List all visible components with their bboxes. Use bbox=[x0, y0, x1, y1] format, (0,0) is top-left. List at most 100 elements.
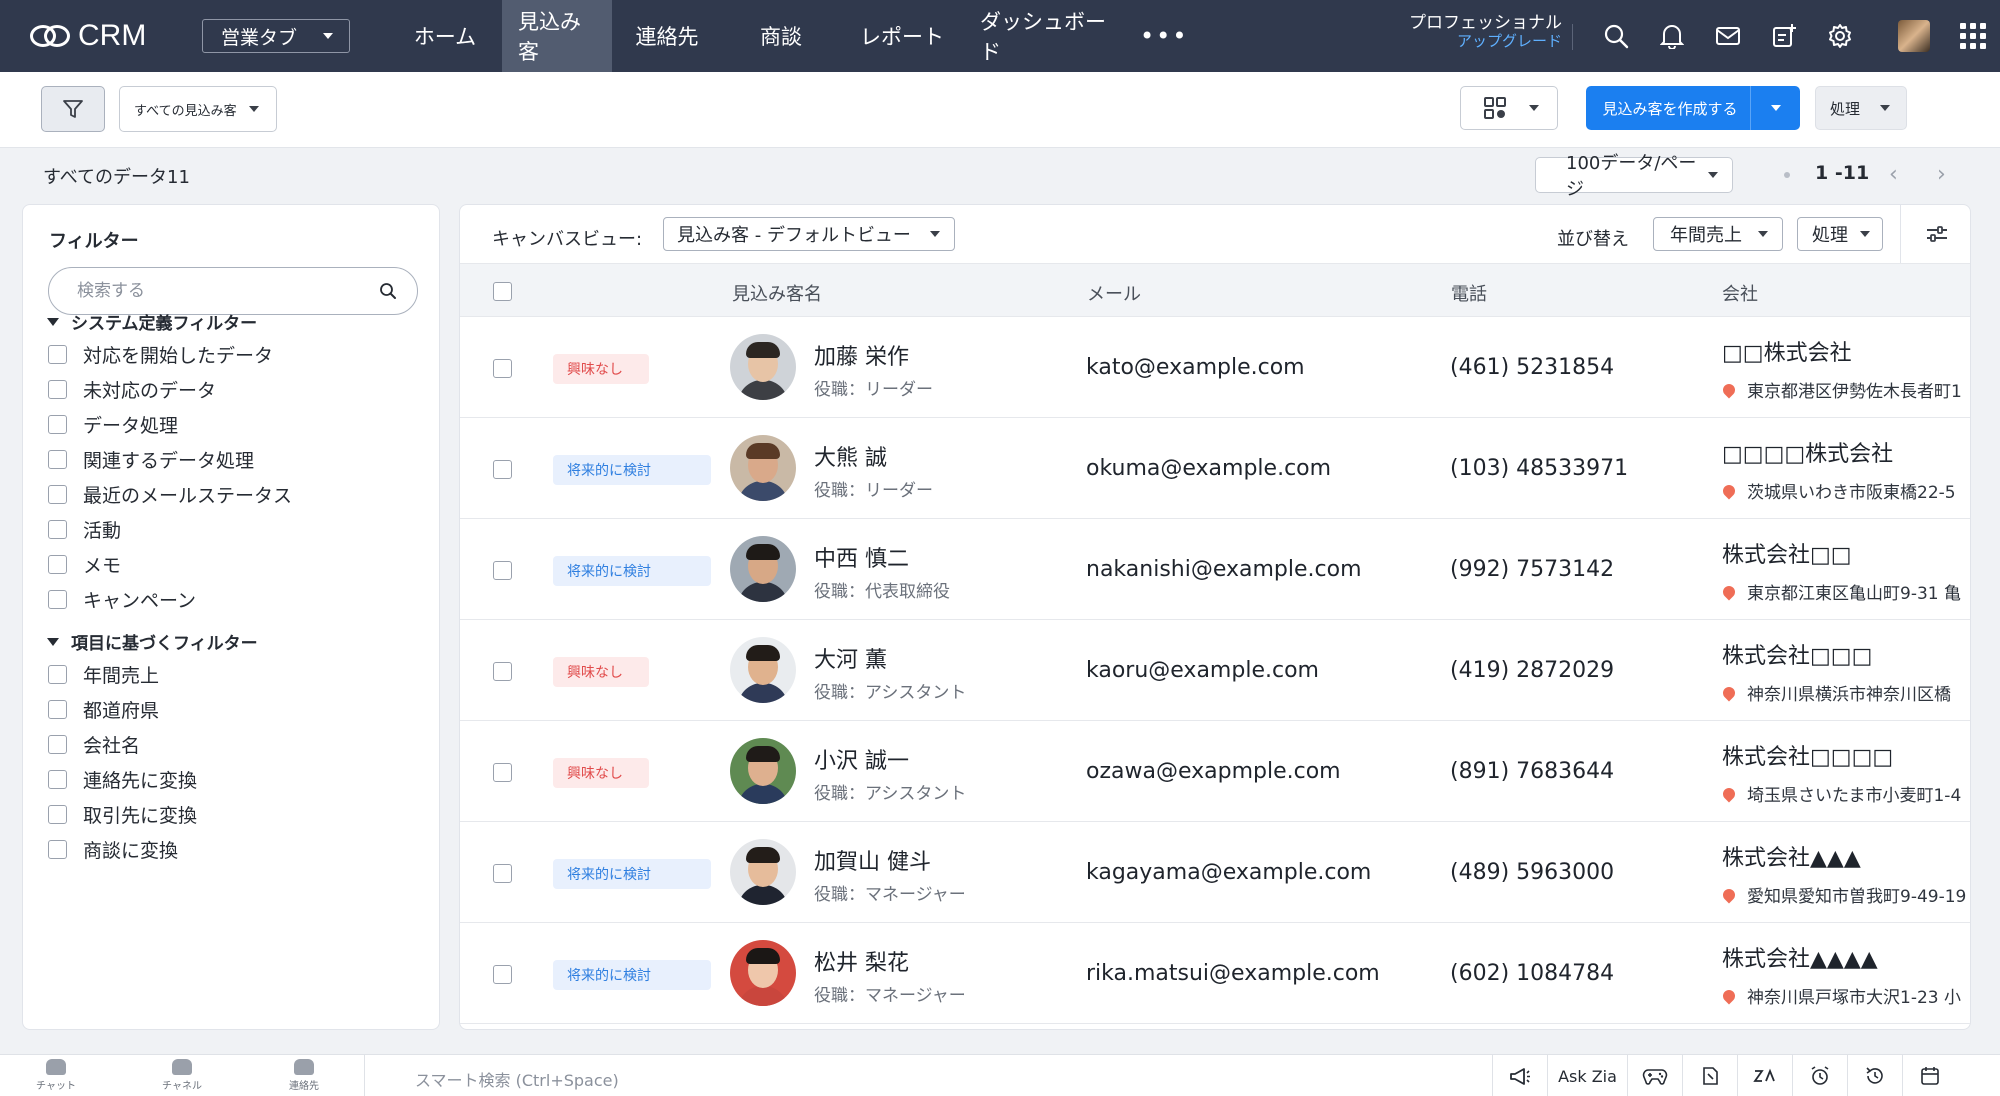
filter-item[interactable]: データ処理 bbox=[48, 411, 178, 438]
lead-email[interactable]: ozawa@exapmple.com bbox=[1086, 759, 1341, 784]
create-options-dropdown[interactable] bbox=[1750, 86, 1800, 130]
more-tabs-button[interactable]: ••• bbox=[1140, 0, 1188, 72]
tab-contacts[interactable]: 連絡先 bbox=[612, 0, 722, 72]
checkbox[interactable] bbox=[48, 555, 67, 574]
select-all-checkbox[interactable] bbox=[493, 282, 512, 301]
filter-item[interactable]: 取引先に変換 bbox=[48, 801, 197, 828]
checkbox[interactable] bbox=[48, 415, 67, 434]
user-avatar[interactable] bbox=[1898, 20, 1930, 52]
table-row[interactable]: 興味なし 大河 薫役職：アシスタント kaoru@example.com (419) … bbox=[460, 620, 1970, 721]
row-checkbox[interactable] bbox=[493, 864, 512, 883]
lead-phone[interactable]: (992) 7573142 bbox=[1450, 557, 1614, 582]
tab-group-select[interactable]: 営業タブ bbox=[202, 19, 350, 53]
tab-leads[interactable]: 見込み客 bbox=[502, 0, 612, 72]
canvas-view-select[interactable]: 見込み客 - デフォルトビュー bbox=[663, 217, 955, 251]
table-row[interactable]: 将来的に検討 大熊 誠役職：リーダー okuma@example.com (103) … bbox=[460, 418, 1970, 519]
smart-search-input[interactable]: スマート検索 (Ctrl+Space) bbox=[415, 1067, 619, 1091]
actions-button[interactable]: 処理 bbox=[1815, 86, 1907, 130]
create-lead-button[interactable]: 見込み客を作成する bbox=[1586, 86, 1800, 130]
row-checkbox[interactable] bbox=[493, 662, 512, 681]
apps-grid-icon[interactable] bbox=[1960, 23, 1986, 49]
custom-view-select[interactable]: すべての見込み客 bbox=[119, 86, 277, 132]
lead-email[interactable]: rika.matsui@example.com bbox=[1086, 961, 1380, 986]
table-row[interactable]: 興味なし 小沢 誠一 役職：アシスタント ozawa@exapmple.com (891… bbox=[460, 721, 1970, 822]
records-per-page-select[interactable]: 100データ/ページ bbox=[1535, 153, 1733, 200]
checkbox[interactable] bbox=[48, 840, 67, 859]
filter-item[interactable]: 都道府県 bbox=[48, 696, 159, 723]
filter-item[interactable]: 商談に変換 bbox=[48, 836, 178, 863]
filter-item[interactable]: 連絡先に変換 bbox=[48, 766, 197, 793]
row-checkbox[interactable] bbox=[493, 460, 512, 479]
megaphone-icon[interactable] bbox=[1492, 1055, 1547, 1096]
column-header-phone[interactable]: 電話 bbox=[1451, 280, 1487, 306]
channels-button[interactable]: チャネル bbox=[142, 1059, 222, 1092]
filter-group-field[interactable]: 項目に基づくフィルター bbox=[47, 629, 258, 654]
tab-dashboards[interactable]: ダッシュボード bbox=[964, 0, 1140, 72]
filter-toggle-button[interactable] bbox=[41, 86, 105, 132]
zia-icon[interactable] bbox=[1737, 1055, 1792, 1096]
mail-icon[interactable] bbox=[1700, 0, 1756, 72]
calendar-icon[interactable] bbox=[1902, 1055, 1957, 1096]
checkbox[interactable] bbox=[48, 590, 67, 609]
filter-item[interactable]: 関連するデータ処理 bbox=[48, 446, 254, 473]
table-row[interactable]: 興味なし 加藤 栄作 役職：リーダー kato@example.com (461) 52… bbox=[460, 317, 1970, 418]
filter-item[interactable]: 未対応のデータ bbox=[48, 376, 216, 403]
checkbox[interactable] bbox=[48, 450, 67, 469]
tab-home[interactable]: ホーム bbox=[388, 0, 502, 72]
column-header-company[interactable]: 会社 bbox=[1722, 280, 1758, 306]
note-icon[interactable] bbox=[1682, 1055, 1737, 1096]
tab-deals[interactable]: 商談 bbox=[722, 0, 840, 72]
layout-switch-button[interactable] bbox=[1460, 86, 1558, 130]
lead-name[interactable]: 大熊 誠 bbox=[814, 440, 887, 472]
filter-item[interactable]: 対応を開始したデータ bbox=[48, 341, 273, 368]
checkbox[interactable] bbox=[48, 805, 67, 824]
lead-name[interactable]: 中西 慎二 bbox=[814, 541, 909, 573]
bell-icon[interactable] bbox=[1644, 0, 1700, 72]
lead-email[interactable]: kagayama@example.com bbox=[1086, 860, 1371, 885]
lead-phone[interactable]: (461) 5231854 bbox=[1450, 355, 1614, 380]
checkbox[interactable] bbox=[48, 665, 67, 684]
checkbox[interactable] bbox=[48, 345, 67, 364]
tab-reports[interactable]: レポート bbox=[840, 0, 964, 72]
prev-page-button[interactable]: ‹ bbox=[1889, 164, 1898, 186]
column-header-email[interactable]: メール bbox=[1087, 280, 1141, 306]
filter-group-system[interactable]: システム定義フィルター bbox=[47, 309, 257, 334]
table-row[interactable]: 将来的に検討 中西 慎二 役職：代表取締役 nakanishi@example.com… bbox=[460, 519, 1970, 620]
checkbox[interactable] bbox=[48, 485, 67, 504]
filter-item[interactable]: 最近のメールステータス bbox=[48, 481, 292, 508]
chat-button[interactable]: チャット bbox=[16, 1059, 96, 1092]
row-checkbox[interactable] bbox=[493, 763, 512, 782]
checkbox[interactable] bbox=[48, 380, 67, 399]
lead-phone[interactable]: (103) 48533971 bbox=[1450, 456, 1628, 481]
lead-name[interactable]: 大河 薫 bbox=[814, 642, 887, 674]
lead-name[interactable]: 加藤 栄作 bbox=[814, 339, 909, 371]
alarm-clock-icon[interactable] bbox=[1792, 1055, 1847, 1096]
history-icon[interactable] bbox=[1847, 1055, 1902, 1096]
row-checkbox[interactable] bbox=[493, 965, 512, 984]
lead-email[interactable]: okuma@example.com bbox=[1086, 456, 1331, 481]
crm-logo[interactable]: CRM bbox=[30, 19, 170, 53]
lead-email[interactable]: kato@example.com bbox=[1086, 355, 1305, 380]
lead-phone[interactable]: (891) 7683644 bbox=[1450, 759, 1614, 784]
row-checkbox[interactable] bbox=[493, 359, 512, 378]
column-header-name[interactable]: 見込み客名 bbox=[732, 280, 822, 306]
filter-item[interactable]: 年間売上 bbox=[48, 661, 159, 688]
filter-search[interactable] bbox=[48, 267, 418, 315]
checkbox[interactable] bbox=[48, 770, 67, 789]
next-page-button[interactable]: › bbox=[1937, 164, 1946, 186]
gear-icon[interactable] bbox=[1812, 0, 1868, 72]
table-row[interactable]: 将来的に検討 加賀山 健斗 役職：マネージャー kagayama@example.co… bbox=[460, 822, 1970, 923]
table-row[interactable]: 将来的に検討 松井 梨花 役職：マネージャー rika.matsui@example.… bbox=[460, 923, 1970, 1024]
filter-item[interactable]: 会社名 bbox=[48, 731, 140, 758]
checkbox[interactable] bbox=[48, 520, 67, 539]
search-icon[interactable] bbox=[1588, 0, 1644, 72]
lead-email[interactable]: nakanishi@example.com bbox=[1086, 557, 1362, 582]
lead-phone[interactable]: (489) 5963000 bbox=[1450, 860, 1614, 885]
gamepad-icon[interactable] bbox=[1627, 1055, 1682, 1096]
filter-item[interactable]: キャンペーン bbox=[48, 586, 196, 613]
lead-name[interactable]: 小沢 誠一 bbox=[814, 743, 909, 775]
lead-email[interactable]: kaoru@example.com bbox=[1086, 658, 1319, 683]
upgrade-link[interactable]: アップグレード bbox=[1390, 32, 1562, 50]
filter-search-input[interactable] bbox=[77, 281, 377, 301]
add-note-icon[interactable] bbox=[1756, 0, 1812, 72]
